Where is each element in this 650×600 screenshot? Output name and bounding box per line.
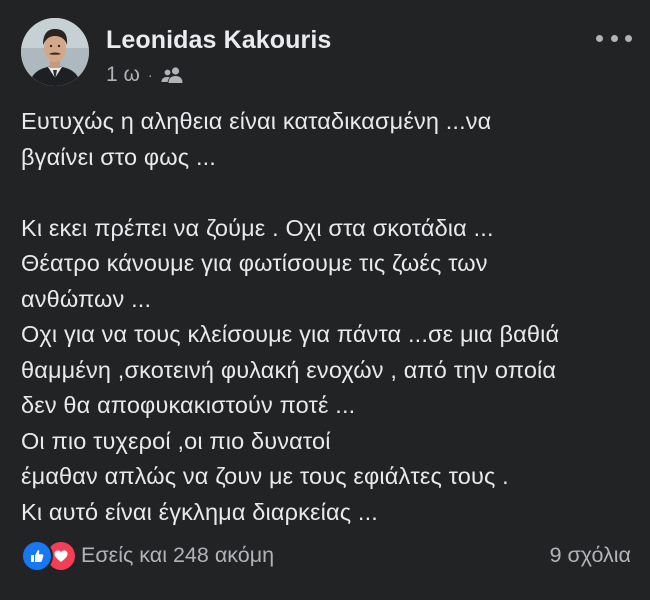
post-text-line: Κι αυτό είναι έγκλημα διαρκείας ... — [21, 498, 378, 525]
post-text-line: έμαθαν απλώς να ζουν με τους εφιάλτες το… — [21, 463, 509, 489]
post-text-line: Ευτυχώς η αληθεια είναι καταδικασμένη ..… — [21, 108, 492, 134]
post-text-line: Κι εκει πρέπει να ζούμε . Οχι στα σκοτάδ… — [21, 214, 494, 241]
post-body: Ευτυχώς η αληθεια είναι καταδικασμένη ..… — [21, 104, 636, 530]
reaction-icons — [21, 540, 77, 572]
post-text-line: Οι πιο τυχεροί ,οι πιο δυνατοί — [21, 427, 331, 454]
post-text-line: βγαίνει στο φως ... — [21, 143, 216, 170]
post-text-line: θαμμένη ,σκοτεινή φυλακή ενοχών , από τη… — [21, 356, 557, 383]
author-avatar[interactable] — [21, 18, 89, 86]
reactions-count: Εσείς και 248 ακόμη — [81, 542, 275, 567]
post-card: Leonidas Kakouris 1 ω · Ευτυχώς η αληθει… — [0, 0, 650, 600]
post-timestamp[interactable]: 1 ω — [106, 63, 140, 87]
like-icon — [21, 540, 53, 572]
author-name[interactable]: Leonidas Kakouris — [106, 26, 331, 55]
post-text-line: Οχι για να τους κλείσουμε για πάντα ...σ… — [21, 321, 560, 347]
post-text-blank-line — [21, 175, 636, 211]
more-dots-icon — [596, 34, 603, 42]
post-text-line: ανθώπων ... — [21, 285, 152, 312]
post-meta: 1 ω · — [106, 62, 184, 88]
more-dots-icon — [625, 34, 632, 42]
more-dots-icon — [610, 34, 618, 42]
avatar-photo-icon — [21, 18, 89, 86]
post-text-line: Θέατρο κάνουμε για φωτίσουμε τις ζωές τω… — [21, 250, 488, 276]
more-options-button[interactable] — [596, 28, 632, 48]
reactions-summary[interactable]: Εσείς και 248 ακόμη — [21, 540, 275, 572]
post-text-line: δεν θα αποφυκακιστούν ποτέ ... — [21, 392, 356, 418]
post-footer: Εσείς και 248 ακόμη 9 σχόλια — [21, 539, 631, 572]
friends-icon[interactable] — [160, 66, 184, 84]
comments-count-link[interactable]: 9 σχόλια — [550, 543, 631, 568]
meta-separator: · — [147, 67, 153, 83]
